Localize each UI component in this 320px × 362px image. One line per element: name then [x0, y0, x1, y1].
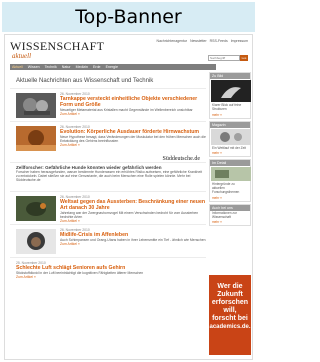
search-form: Los	[208, 55, 248, 61]
article-thumbnail[interactable]	[16, 229, 56, 254]
academics-ad[interactable]: Wer die Zukunft erforschen will, forscht…	[209, 275, 251, 355]
nav-item[interactable]: Technik	[45, 65, 57, 69]
sidebar-box: Magazin Ein Wettlauf mit der Zeit mehr »	[209, 120, 251, 158]
sidebar-box-text: Informationen zur Wissenschaft	[212, 210, 237, 219]
sidebar-box: Im Detail Hintergründe zu aktuellen Fors…	[209, 159, 251, 202]
top-links: Nachrichtenagentur Newsletter RSS-Feeds …	[155, 39, 248, 43]
sidebar-more-link[interactable]: mehr »	[210, 151, 250, 156]
ad-line: erforschen	[211, 299, 249, 306]
sidebar-box: Auch bei uns Informationen zur Wissensch…	[209, 203, 251, 227]
top-link[interactable]: Nachrichtenagentur	[157, 39, 188, 43]
search-input[interactable]	[208, 55, 240, 61]
article-date: 26. November 2010	[60, 228, 90, 232]
article-text: Auch Schimpansen und Orang-Utans haben i…	[60, 238, 206, 242]
sidebar-box-heading: Zu Bild	[210, 73, 250, 79]
ad-line: Zukunft	[217, 291, 243, 298]
site-logo[interactable]: WISSENSCHAFT aktuell	[10, 39, 104, 60]
article: 26. November 2010 Weltsat gegen das Auss…	[10, 191, 206, 224]
ad-line: forscht bei	[212, 315, 248, 322]
sidebar-box-text: Hintergründe zu aktuellen Forschungsthem…	[212, 182, 240, 194]
article-more-link[interactable]: Zum Artikel »	[60, 242, 206, 246]
web-page: WISSENSCHAFT aktuell Nachrichtenagentur …	[4, 34, 253, 360]
section-heading: Aktuelle Nachrichten aus Wissenschaft un…	[16, 78, 154, 84]
article-thumbnail[interactable]	[16, 126, 56, 151]
ad-line: Wer die	[217, 283, 243, 290]
partner-article: Zellforscher: Gefährliche Hunde könnten …	[10, 162, 206, 191]
sidebar-more-link[interactable]: mehr »	[210, 196, 250, 201]
partner-article-title[interactable]: Zellforscher: Gefährliche Hunde könnten …	[16, 163, 206, 170]
article-title[interactable]: Weltsat gegen das Aussterben: Beschränku…	[60, 199, 206, 211]
sidebar-image[interactable]	[211, 128, 251, 145]
sidebar-more-link[interactable]: mehr »	[210, 113, 250, 118]
nav-item[interactable]: Natur	[62, 65, 71, 69]
sidebar-box-heading: Im Detail	[210, 160, 250, 167]
nav-item[interactable]: Erde	[93, 65, 101, 69]
article-more-link[interactable]: Zum Artikel »	[16, 275, 206, 279]
sidebar-image[interactable]	[211, 167, 251, 182]
article-thumbnail[interactable]	[16, 93, 56, 118]
nav-item[interactable]: Medizin	[76, 65, 88, 69]
article-text: Neuartiger Metamaterial aus Kristallen m…	[60, 108, 193, 112]
article-text: Jahrelang war der Zwergnashornvogel Mit …	[60, 211, 199, 219]
nav-item[interactable]: Aktuell	[12, 65, 23, 69]
main-column: Aktuelle Nachrichten aus Wissenschaft un…	[10, 72, 206, 287]
top-link[interactable]: Newsletter	[190, 39, 207, 43]
partner-article-text: Forscher haben herausgefunden, warum bes…	[16, 170, 203, 182]
sidebar-more-link[interactable]: mehr »	[210, 220, 250, 225]
article: 26. November 2010 Midlife-Crisis im Affe…	[10, 224, 206, 257]
article-text: Neue Hypothese besagt, dass Veränderunge…	[60, 135, 206, 143]
article-thumbnail[interactable]	[16, 196, 56, 221]
ad-line: will,	[223, 307, 237, 314]
article-more-link[interactable]: Zum Artikel »	[60, 143, 206, 147]
sidebar: Zu Bild Klarer Blick auf feine Strukture…	[209, 72, 251, 228]
article-date: 26. November 2010	[60, 195, 90, 199]
article: 26. November 2010 Evolution: Körperliche…	[10, 121, 206, 154]
top-banner[interactable]: Top-Banner	[2, 2, 255, 32]
sidebar-box: Zu Bild Klarer Blick auf feine Strukture…	[209, 72, 251, 119]
article-title[interactable]: Tarnkappe versteckt einheitliche Objekte…	[60, 96, 206, 108]
nav-item[interactable]: Energie	[106, 65, 118, 69]
article-date: 26. November 2010	[60, 125, 90, 129]
sidebar-image[interactable]	[211, 80, 251, 102]
article: 26. November 2010 Tarnkappe versteckt ei…	[10, 88, 206, 121]
sidebar-box-text: Klarer Blick auf feine Strukturen	[212, 103, 242, 111]
article-date: 25. November 2010	[16, 261, 46, 265]
top-link[interactable]: RSS-Feeds	[210, 39, 228, 43]
article: 25. November 2010 Schlechte Luft schlägt…	[10, 257, 206, 287]
top-banner-text: Top-Banner	[75, 6, 182, 28]
article-date: 26. November 2010	[60, 92, 90, 96]
ad-line: academics.de.	[209, 324, 251, 330]
sidebar-box-heading: Magazin	[210, 121, 250, 128]
top-link[interactable]: Impressum	[231, 39, 248, 43]
article-more-link[interactable]: Zum Artikel »	[60, 112, 206, 116]
article-more-link[interactable]: Zum Artikel »	[60, 219, 206, 223]
nav-item[interactable]: Wissen	[28, 65, 40, 69]
main-nav: Aktuell Wissen Technik Natur Medizin Erd…	[10, 64, 216, 70]
search-button[interactable]: Los	[240, 55, 248, 61]
